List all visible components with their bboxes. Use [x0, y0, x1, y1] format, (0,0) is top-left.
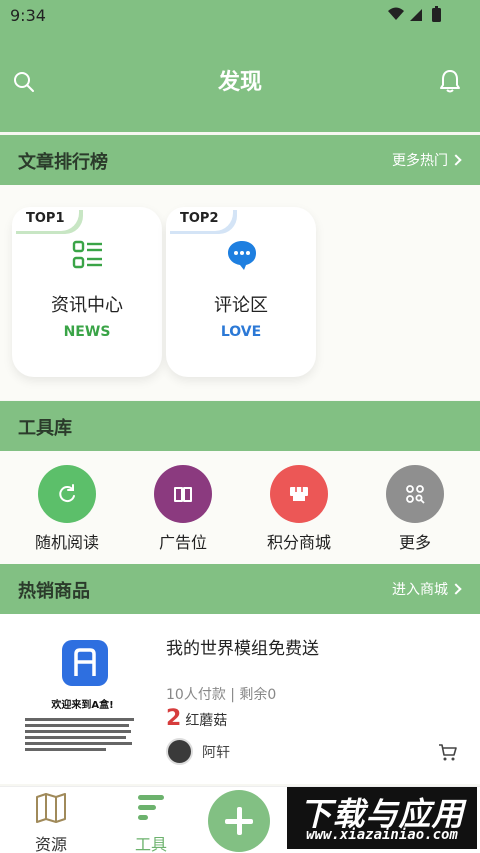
tool-label: 积分商城	[266, 533, 331, 552]
chevron-right-icon	[450, 154, 462, 166]
thumb-text-lines	[25, 718, 140, 754]
tool-circle	[154, 465, 212, 523]
chat-bubble-icon	[228, 241, 256, 270]
store-icon	[290, 487, 308, 501]
chevron-right-icon	[450, 583, 462, 595]
cart-icon[interactable]	[438, 742, 458, 762]
goods-price: 2 红蘑菇	[166, 706, 227, 731]
status-bar: 9:34	[0, 0, 480, 34]
tool-ad-slot[interactable]: 广告位	[133, 465, 233, 553]
rank-badge: TOP1	[12, 207, 79, 231]
tool-label: 广告位	[158, 533, 207, 552]
more-hot-label: 更多热门	[392, 153, 448, 169]
article-rank-header: 文章排行榜 更多热门	[0, 135, 480, 185]
refresh-icon	[59, 484, 75, 503]
nav-label: 工具	[134, 835, 167, 853]
nav-item-resources[interactable]: 资源	[11, 791, 91, 853]
rank-card-name: 评论区	[214, 295, 268, 316]
tool-label: 更多	[398, 533, 431, 552]
hot-goods-title: 热销商品	[18, 581, 90, 602]
tool-circle	[270, 465, 328, 523]
tool-random-read[interactable]: 随机阅读	[17, 465, 117, 553]
nav-label: 资源	[34, 835, 67, 853]
thumb-title: 欢迎来到A盒!	[51, 700, 114, 711]
tool-more[interactable]: 更多	[365, 465, 465, 553]
rank-card-sub: NEWS	[63, 324, 111, 340]
wifi-signal-battery-icon	[388, 6, 441, 22]
goods-item[interactable]: 欢迎来到A盒! 我的世界模组免费送 10人付款 | 剩余0 2 红蘑菇 阿轩	[0, 614, 480, 784]
status-icons	[386, 6, 450, 28]
toolbox-header: 工具库	[0, 401, 480, 451]
watermark-url: www.xiazainiao.com	[306, 827, 458, 843]
toolbox-title: 工具库	[18, 418, 72, 439]
app-logo-icon	[62, 640, 108, 686]
enter-store-link[interactable]: 进入商城	[392, 579, 462, 599]
avatar	[166, 738, 193, 765]
grid-search-icon	[406, 485, 425, 504]
rank-card-sub: LOVE	[220, 324, 262, 340]
map-icon	[36, 793, 66, 823]
tool-circle	[386, 465, 444, 523]
list-icon	[72, 240, 102, 269]
article-rank-list: TOP1 资讯中心 NEWS TOP2 评论区 LOVE	[0, 185, 480, 400]
tool-circle	[38, 465, 96, 523]
watermark-logo: 下载与应用 www.xiazainiao.com	[287, 787, 477, 849]
toolbox-grid: 随机阅读 广告位 积分商城 更多	[0, 451, 480, 564]
add-button[interactable]	[208, 790, 270, 852]
tool-points-store[interactable]: 积分商城	[249, 465, 349, 553]
goods-thumbnail: 欢迎来到A盒!	[15, 634, 150, 776]
bell-icon[interactable]	[438, 68, 462, 94]
price-number: 2	[166, 706, 182, 731]
article-rank-title: 文章排行榜	[18, 152, 108, 173]
enter-store-label: 进入商城	[392, 582, 448, 598]
hot-goods-header: 热销商品 进入商城	[0, 564, 480, 614]
rank-card-comments[interactable]: TOP2 评论区 LOVE	[166, 207, 316, 377]
price-unit: 红蘑菇	[185, 713, 228, 729]
app-bar: 发现	[0, 34, 480, 132]
tool-label: 随机阅读	[34, 533, 99, 552]
page-title: 发现	[217, 70, 262, 95]
author-name: 阿轩	[202, 745, 230, 761]
book-icon	[174, 487, 192, 502]
more-hot-link[interactable]: 更多热门	[392, 150, 462, 170]
goods-title: 我的世界模组免费送	[166, 639, 319, 659]
rank-card-name: 资讯中心	[51, 295, 123, 316]
tools-icon	[138, 795, 164, 820]
goods-author: 阿轩	[166, 738, 466, 766]
rank-card-news[interactable]: TOP1 资讯中心 NEWS	[12, 207, 162, 377]
status-time: 9:34	[10, 6, 46, 25]
rank-badge: TOP2	[166, 207, 233, 231]
goods-meta: 10人付款 | 剩余0	[166, 687, 277, 703]
nav-item-tools[interactable]: 工具	[111, 791, 191, 853]
